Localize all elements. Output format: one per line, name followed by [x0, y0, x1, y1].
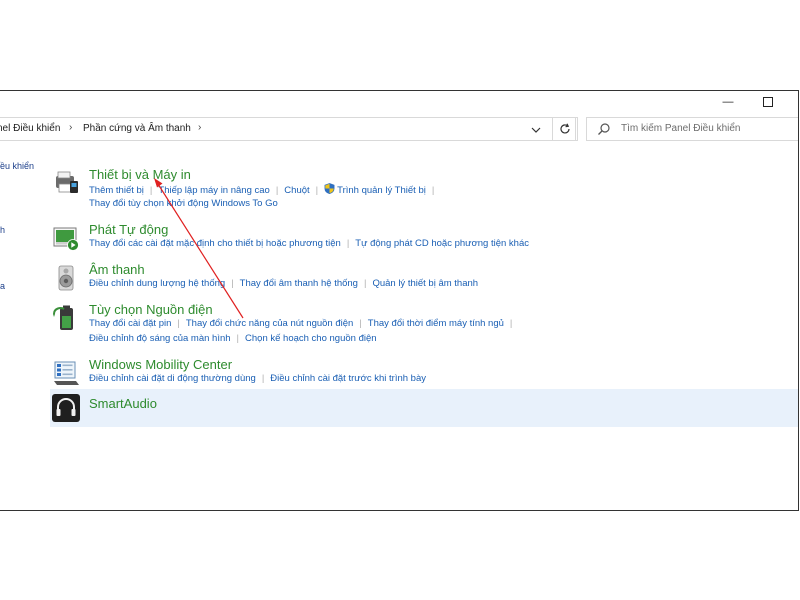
category-links: Điều chỉnh độ sáng của màn hình | Chọn kế …	[89, 333, 377, 344]
link-advanced-printer-setup[interactable]: Thiếp lập máy in nâng cao	[158, 185, 269, 196]
autoplay-icon	[53, 227, 79, 251]
category-title[interactable]: SmartAudio	[89, 396, 157, 411]
link-separator: |	[261, 373, 265, 384]
link-separator: |	[359, 318, 362, 329]
breadcrumb-separator-icon[interactable]: ›	[69, 122, 72, 133]
control-panel-window: — nel Điều khiển › Phần cứng và Âm thanh…	[0, 90, 799, 511]
link-power-button-function[interactable]: Thay đổi chức năng của nút nguồn điện	[186, 318, 353, 329]
link-change-battery-settings[interactable]: Thay đổi cài đặt pin	[89, 318, 171, 329]
category-title[interactable]: Windows Mobility Center	[89, 357, 232, 372]
printer-icon	[56, 171, 78, 193]
nav-link-fragment[interactable]: h	[0, 225, 5, 235]
search-icon	[598, 123, 610, 135]
category-smartaudio[interactable]: SmartAudio	[50, 389, 798, 427]
minimize-button[interactable]: —	[706, 91, 750, 113]
link-choose-power-plan[interactable]: Chọn kế hoạch cho nguồn điện	[245, 333, 377, 344]
breadcrumb-hardware-sound[interactable]: Phần cứng và Âm thanh	[83, 123, 191, 134]
title-bar: —	[0, 91, 798, 113]
category-title[interactable]: Tùy chọn Nguồn điện	[89, 302, 213, 317]
link-manage-audio-devices[interactable]: Quản lý thiết bị âm thanh	[372, 278, 478, 289]
address-row: nel Điều khiển › Phần cứng và Âm thanh ›…	[0, 117, 798, 143]
category-title[interactable]: Thiết bị và Máy in	[89, 167, 191, 182]
refresh-icon	[560, 123, 570, 134]
category-links: Thay đổi tùy chọn khởi động Windows To G…	[89, 198, 278, 209]
link-separator: |	[431, 185, 435, 196]
link-add-device[interactable]: Thêm thiết bị	[89, 185, 144, 196]
category-title[interactable]: Phát Tự động	[89, 222, 168, 237]
refresh-button[interactable]	[552, 117, 578, 141]
shield-icon	[324, 183, 335, 195]
address-dropdown-button[interactable]	[526, 119, 546, 141]
link-mouse[interactable]: Chuột	[284, 185, 309, 196]
search-input[interactable]: Tìm kiếm Panel Điều khiển	[621, 123, 741, 134]
link-autoplay-cd[interactable]: Tự động phát CD hoặc phương tiện khác	[355, 238, 529, 249]
category-links: Điều chỉnh dung lượng hệ thống | Thay đổi …	[89, 278, 478, 289]
category-title[interactable]: Âm thanh	[89, 262, 145, 277]
maximize-button[interactable]	[746, 91, 790, 113]
category-links: Thay đổi cài đặt pin | Thay đổi chức năng …	[89, 318, 518, 329]
minimize-icon: —	[722, 96, 734, 108]
link-separator: |	[363, 278, 367, 289]
nav-link-fragment[interactable]: a	[0, 281, 5, 291]
link-device-manager[interactable]: Trình quản lý Thiết bị	[337, 185, 426, 196]
chevron-down-icon	[531, 127, 541, 133]
category-links: Thay đổi các cài đặt mặc định cho thiết …	[89, 238, 529, 249]
link-change-system-sounds[interactable]: Thay đổi âm thanh hệ thống	[240, 278, 358, 289]
mobility-center-icon	[54, 361, 79, 385]
maximize-icon	[763, 97, 773, 107]
link-change-sleep-time[interactable]: Thay đổi thời điểm máy tính ngủ	[368, 318, 504, 329]
link-presentation-settings[interactable]: Điều chỉnh cài đặt trước khi trình bày	[270, 373, 426, 384]
link-separator: |	[236, 333, 240, 344]
link-adjust-system-volume[interactable]: Điều chỉnh dung lượng hệ thống	[89, 278, 225, 289]
breadcrumb-control-panel[interactable]: nel Điều khiển	[0, 123, 60, 134]
category-links: Thêm thiết bị | Thiếp lập máy in nâng cao |…	[89, 183, 440, 196]
link-separator: |	[509, 318, 513, 329]
category-links: Điều chỉnh cài đặt di động thường dùng | Đ…	[89, 373, 426, 384]
address-bar[interactable]: nel Điều khiển › Phần cứng và Âm thanh ›	[0, 117, 576, 141]
search-box[interactable]: Tìm kiếm Panel Điều khiển	[586, 117, 798, 141]
link-separator: |	[177, 318, 180, 329]
headphones-icon	[52, 394, 80, 422]
link-adjust-brightness[interactable]: Điều chỉnh độ sáng của màn hình	[89, 333, 231, 344]
link-change-default-settings[interactable]: Thay đổi các cài đặt mặc định cho thiết …	[89, 238, 341, 249]
link-separator: |	[315, 185, 319, 196]
link-mobility-settings[interactable]: Điều chỉnh cài đặt di động thường dùng	[89, 373, 256, 384]
link-separator: |	[346, 238, 350, 249]
link-separator: |	[275, 185, 279, 196]
link-separator: |	[149, 185, 153, 196]
speaker-icon	[58, 265, 74, 291]
battery-icon	[53, 305, 73, 330]
breadcrumb-separator-icon[interactable]: ›	[198, 122, 201, 133]
link-separator: |	[231, 278, 234, 289]
link-windows-to-go[interactable]: Thay đổi tùy chọn khởi động Windows To G…	[89, 198, 278, 209]
nav-link-control-panel-home[interactable]: ều khiển	[0, 161, 34, 171]
